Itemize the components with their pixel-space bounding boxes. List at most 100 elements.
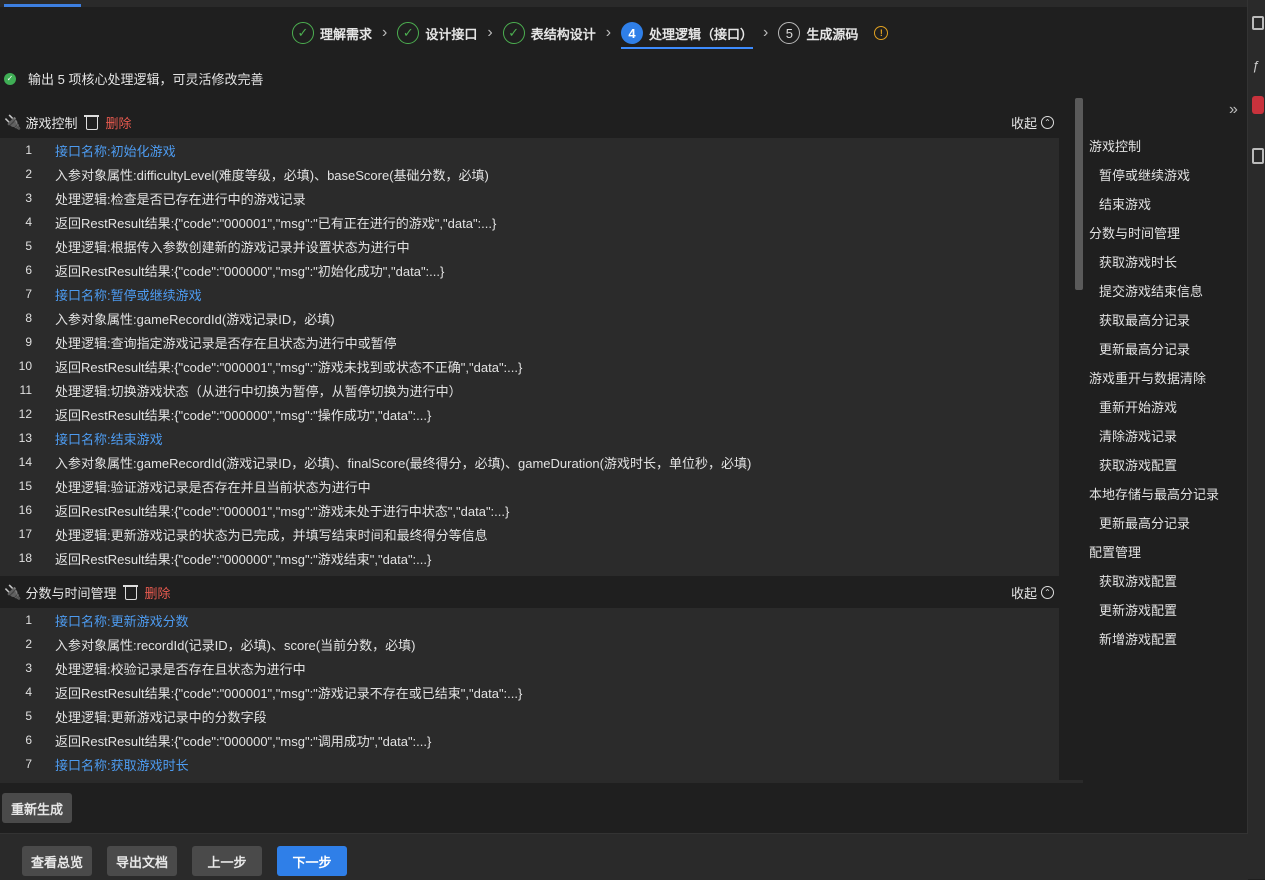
vertical-scrollbar[interactable] [1075, 98, 1083, 290]
step-understand[interactable]: ✓ 理解需求 [292, 18, 372, 48]
code-line[interactable]: 3 处理逻辑:检查是否已存在进行中的游戏记录 [0, 186, 1059, 210]
step-table-design[interactable]: ✓ 表结构设计 [502, 18, 596, 48]
line-text: 返回RestResult结果:{"code":"000000","msg":"调… [55, 733, 432, 749]
outline-group-item[interactable]: 本地存储与最高分记录 [1089, 485, 1247, 514]
line-number: 7 [25, 287, 32, 301]
line-number: 4 [25, 215, 32, 229]
line-number: 1 [25, 613, 32, 627]
line-number: 4 [25, 685, 32, 699]
chevron-right-icon: › [382, 24, 388, 41]
code-line[interactable]: 7 接口名称:暂停或继续游戏 [0, 282, 1059, 306]
line-number: 6 [25, 263, 32, 277]
step-label: 设计接口 [425, 26, 478, 42]
line-text: 处理逻辑:校验记录是否存在且状态为进行中 [55, 661, 306, 677]
plug-icon: 🔌 [4, 583, 22, 600]
outline-group-item[interactable]: 配置管理 [1089, 543, 1247, 572]
line-text: 入参对象属性:difficultyLevel(难度等级，必填)、baseScor… [55, 167, 489, 183]
line-text: 处理逻辑:切换游戏状态（从进行中切换为暂停，从暂停切换为进行中） [55, 383, 462, 399]
view-overview-button[interactable]: 查看总览 [22, 846, 92, 876]
code-line[interactable]: 1 接口名称:初始化游戏 [0, 138, 1059, 162]
code-line[interactable]: 10 返回RestResult结果:{"code":"000001","msg":… [0, 354, 1059, 378]
code-line[interactable]: 6 返回RestResult结果:{"code":"000000","msg":"… [0, 258, 1059, 282]
trash-icon[interactable] [123, 584, 139, 600]
code-line[interactable]: 8 入参对象属性:gameRecordId(游戏记录ID，必填) [0, 306, 1059, 330]
code-line[interactable]: 7 接口名称:获取游戏时长 [0, 752, 1059, 776]
step-generate-code[interactable]: 5 生成源码 [778, 18, 858, 48]
step-design-api[interactable]: ✓ 设计接口 [397, 18, 477, 48]
double-chevron-right-icon[interactable]: » [1229, 101, 1238, 119]
code-line[interactable]: 5 处理逻辑:更新游戏记录中的分数字段 [0, 704, 1059, 728]
delete-button[interactable]: 删除 [144, 583, 170, 602]
delete-button[interactable]: 删除 [105, 113, 131, 132]
step-label: 生成源码 [806, 26, 859, 42]
code-line[interactable]: 4 返回RestResult结果:{"code":"000001","msg":"… [0, 210, 1059, 234]
regenerate-button[interactable]: 重新生成 [2, 793, 72, 823]
code-line[interactable]: 12 返回RestResult结果:{"code":"000000","msg":… [0, 402, 1059, 426]
chevron-right-icon: › [763, 24, 769, 41]
outline-child-item[interactable]: 获取游戏时长 [1089, 253, 1247, 282]
code-line[interactable]: 2 入参对象属性:difficultyLevel(难度等级，必填)、baseSco… [0, 162, 1059, 186]
code-line[interactable]: 11 处理逻辑:切换游戏状态（从进行中切换为暂停，从暂停切换为进行中） [0, 378, 1059, 402]
outline-group-item[interactable]: 游戏重开与数据清除 [1089, 369, 1247, 398]
outline-child-item[interactable]: 结束游戏 [1089, 195, 1247, 224]
next-step-button[interactable]: 下一步 [277, 846, 347, 876]
line-number: 11 [19, 383, 32, 397]
database-icon[interactable] [1252, 16, 1264, 30]
outline-child-item[interactable]: 更新最高分记录 [1089, 340, 1247, 369]
right-tool-rail: ƒ [1247, 0, 1265, 879]
export-document-button[interactable]: 导出文档 [107, 846, 177, 876]
function-icon[interactable]: ƒ [1252, 58, 1264, 73]
outline-child-item[interactable]: 新增游戏配置 [1089, 630, 1247, 659]
line-text: 处理逻辑:检查是否已存在进行中的游戏记录 [55, 191, 306, 207]
section-title: 游戏控制 [25, 115, 78, 131]
outline-child-item[interactable]: 获取游戏配置 [1089, 456, 1247, 485]
clipboard-icon[interactable] [1252, 148, 1264, 164]
code-line[interactable]: 14 入参对象属性:gameRecordId(游戏记录ID，必填)、finalSc… [0, 450, 1059, 474]
code-line[interactable]: 13 接口名称:结束游戏 [0, 426, 1059, 450]
line-text: 处理逻辑:查询指定游戏记录是否存在且状态为进行中或暂停 [55, 335, 397, 351]
line-text: 返回RestResult结果:{"code":"000001","msg":"游… [55, 359, 523, 375]
code-line[interactable]: 18 返回RestResult结果:{"code":"000000","msg":… [0, 546, 1059, 570]
line-number: 7 [25, 757, 32, 771]
outline-group-item[interactable]: 游戏控制 [1089, 137, 1247, 166]
code-line[interactable]: 5 处理逻辑:根据传入参数创建新的游戏记录并设置状态为进行中 [0, 234, 1059, 258]
line-number: 8 [25, 311, 32, 325]
step-logic[interactable]: 4 处理逻辑（接口） [621, 17, 754, 49]
code-line[interactable]: 2 入参对象属性:recordId(记录ID，必填)、score(当前分数，必填) [0, 632, 1059, 656]
code-line[interactable]: 4 返回RestResult结果:{"code":"000001","msg":"… [0, 680, 1059, 704]
active-tab-indicator[interactable] [4, 4, 81, 7]
outline-child-item[interactable]: 暂停或继续游戏 [1089, 166, 1247, 195]
outline-group-item[interactable]: 分数与时间管理 [1089, 224, 1247, 253]
info-warning-icon[interactable]: ! [874, 26, 889, 40]
section-header-game-control: 🔌 游戏控制 删除 收起 ⌃ [0, 110, 1060, 134]
line-text: 返回RestResult结果:{"code":"000001","msg":"游… [55, 503, 510, 519]
chevron-right-icon: › [487, 24, 493, 41]
code-editor-game-control[interactable]: 1 接口名称:初始化游戏 2 入参对象属性:difficultyLevel(难度等级，… [0, 138, 1059, 576]
previous-step-button[interactable]: 上一步 [192, 846, 262, 876]
line-text: 返回RestResult结果:{"code":"000001","msg":"已… [55, 215, 497, 231]
code-line[interactable]: 1 接口名称:更新游戏分数 [0, 608, 1059, 632]
code-line[interactable]: 3 处理逻辑:校验记录是否存在且状态为进行中 [0, 656, 1059, 680]
code-line[interactable]: 17 处理逻辑:更新游戏记录的状态为已完成，并填写结束时间和最终得分等信息 [0, 522, 1059, 546]
outline-child-item[interactable]: 获取最高分记录 [1089, 311, 1247, 340]
code-line[interactable]: 9 处理逻辑:查询指定游戏记录是否存在且状态为进行中或暂停 [0, 330, 1059, 354]
app-badge-icon[interactable] [1252, 96, 1264, 114]
outline-child-item[interactable]: 重新开始游戏 [1089, 398, 1247, 427]
code-line[interactable]: 15 处理逻辑:验证游戏记录是否存在并且当前状态为进行中 [0, 474, 1059, 498]
code-line[interactable]: 16 返回RestResult结果:{"code":"000001","msg":… [0, 498, 1059, 522]
outline-child-item[interactable]: 清除游戏记录 [1089, 427, 1247, 456]
outline-child-item[interactable]: 更新最高分记录 [1089, 514, 1247, 543]
outline-child-item[interactable]: 提交游戏结束信息 [1089, 282, 1247, 311]
trash-icon[interactable] [84, 114, 100, 130]
collapse-button[interactable]: 收起 ⌃ [1011, 113, 1054, 132]
outline-child-item[interactable]: 更新游戏配置 [1089, 601, 1247, 630]
top-tab-strip [0, 0, 1248, 7]
status-message: ✓ 输出 5 项核心处理逻辑，可灵活修改完善 [4, 69, 263, 88]
line-text: 处理逻辑:根据传入参数创建新的游戏记录并设置状态为进行中 [55, 239, 410, 255]
line-number: 10 [18, 359, 32, 373]
code-editor-score-time[interactable]: 1 接口名称:更新游戏分数 2 入参对象属性:recordId(记录ID，必填)、sc… [0, 608, 1059, 780]
outline-child-item[interactable]: 获取游戏配置 [1089, 572, 1247, 601]
horizontal-scrollbar[interactable] [0, 780, 1083, 783]
collapse-button[interactable]: 收起 ⌃ [1011, 583, 1054, 602]
code-line[interactable]: 6 返回RestResult结果:{"code":"000000","msg":"… [0, 728, 1059, 752]
